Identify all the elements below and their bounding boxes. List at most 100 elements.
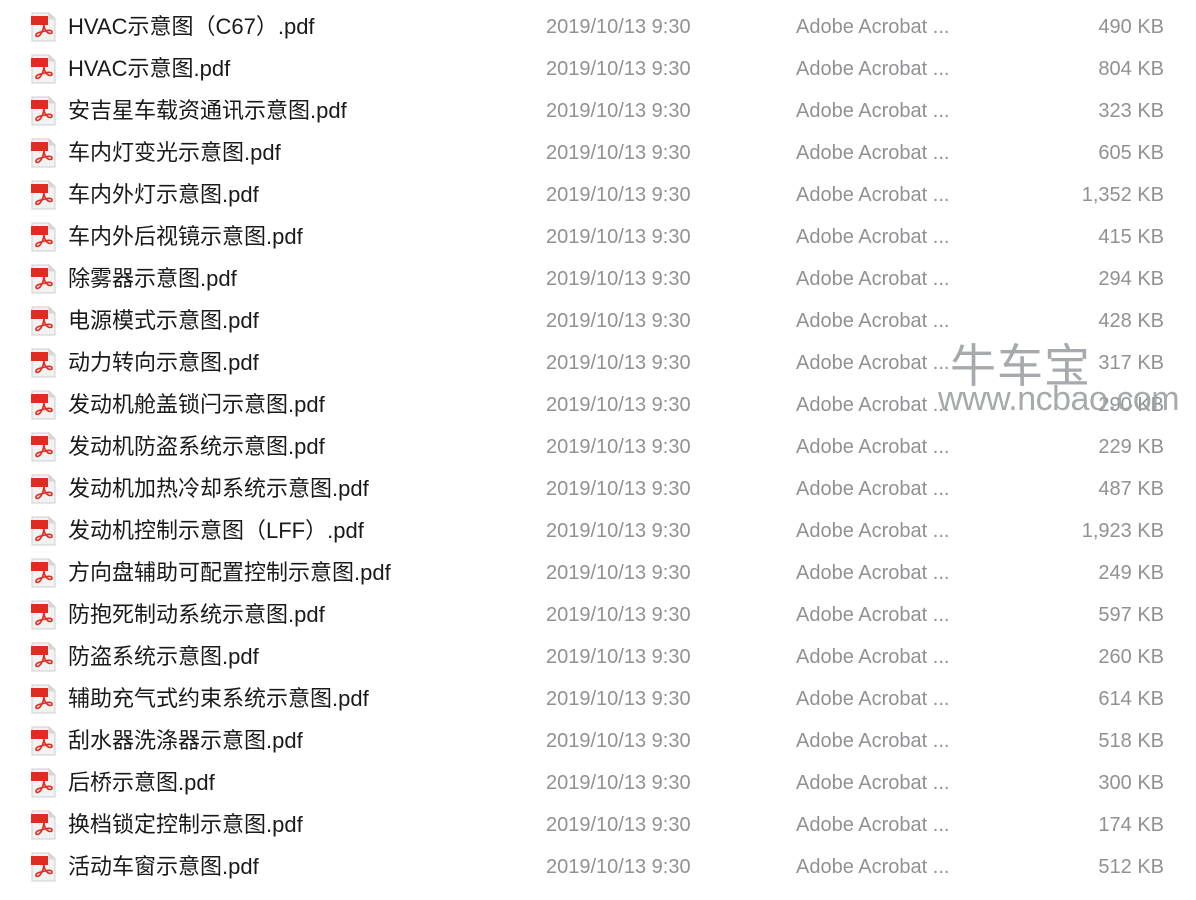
date-modified-cell: 2019/10/13 9:30 bbox=[546, 604, 691, 626]
adobe-acrobat-pdf-icon bbox=[30, 684, 58, 714]
file-row[interactable]: 换档锁定控制示意图.pdf 2019/10/13 9:30 Adobe Acroba… bbox=[0, 804, 1196, 846]
file-name-cell[interactable]: 辅助充气式约束系统示意图.pdf bbox=[68, 686, 546, 712]
date-modified-cell: 2019/10/13 9:30 bbox=[546, 688, 691, 710]
file-name-cell[interactable]: 防抱死制动系统示意图.pdf bbox=[68, 602, 546, 628]
file-row[interactable]: 辅助充气式约束系统示意图.pdf 2019/10/13 9:30 Adobe Acr… bbox=[0, 678, 1196, 720]
file-name-cell[interactable]: 发动机防盗系统示意图.pdf bbox=[68, 434, 546, 460]
file-size-cell: 415 KB bbox=[1098, 226, 1164, 248]
file-type-cell: Adobe Acrobat ... bbox=[796, 268, 950, 290]
file-name-cell[interactable]: 车内灯变光示意图.pdf bbox=[68, 140, 546, 166]
file-size-cell: 1,923 KB bbox=[1081, 520, 1164, 542]
adobe-acrobat-pdf-icon bbox=[30, 852, 58, 882]
file-name-cell[interactable]: 刮水器洗涤器示意图.pdf bbox=[68, 728, 546, 754]
file-type-cell: Adobe Acrobat ... bbox=[796, 16, 950, 38]
file-size-cell: 490 KB bbox=[1098, 16, 1164, 38]
file-name-cell[interactable]: 发动机舱盖锁闩示意图.pdf bbox=[68, 392, 546, 418]
file-name-cell[interactable]: 方向盘辅助可配置控制示意图.pdf bbox=[68, 560, 546, 586]
file-row[interactable]: 车内外后视镜示意图.pdf 2019/10/13 9:30 Adobe Acroba… bbox=[0, 216, 1196, 258]
file-row[interactable]: HVAC示意图（C67）.pdf 2019/10/13 9:30 Adobe Acr… bbox=[0, 6, 1196, 48]
file-row[interactable]: 车内灯变光示意图.pdf 2019/10/13 9:30 Adobe Acrobat… bbox=[0, 132, 1196, 174]
file-type-cell: Adobe Acrobat ... bbox=[796, 394, 950, 416]
file-name-cell[interactable]: 后桥示意图.pdf bbox=[68, 770, 546, 796]
date-modified-cell: 2019/10/13 9:30 bbox=[546, 184, 691, 206]
date-modified-cell: 2019/10/13 9:30 bbox=[546, 814, 691, 836]
adobe-acrobat-pdf-icon bbox=[30, 558, 58, 588]
adobe-acrobat-pdf-icon bbox=[30, 642, 58, 672]
adobe-acrobat-pdf-icon bbox=[30, 390, 58, 420]
date-modified-cell: 2019/10/13 9:30 bbox=[546, 142, 691, 164]
file-size-cell: 300 KB bbox=[1098, 772, 1164, 794]
date-modified-cell: 2019/10/13 9:30 bbox=[546, 100, 691, 122]
adobe-acrobat-pdf-icon bbox=[30, 768, 58, 798]
file-row[interactable]: 安吉星车载资通讯示意图.pdf 2019/10/13 9:30 Adobe Acro… bbox=[0, 90, 1196, 132]
file-name-cell[interactable]: 车内外灯示意图.pdf bbox=[68, 182, 546, 208]
file-size-cell: 249 KB bbox=[1098, 562, 1164, 584]
file-size-cell: 605 KB bbox=[1098, 142, 1164, 164]
file-size-cell: 260 KB bbox=[1098, 646, 1164, 668]
file-type-cell: Adobe Acrobat ... bbox=[796, 562, 950, 584]
file-row[interactable]: 动力转向示意图.pdf 2019/10/13 9:30 Adobe Acrobat … bbox=[0, 342, 1196, 384]
file-size-cell: 597 KB bbox=[1098, 604, 1164, 626]
file-type-cell: Adobe Acrobat ... bbox=[796, 520, 950, 542]
date-modified-cell: 2019/10/13 9:30 bbox=[546, 436, 691, 458]
file-row[interactable]: 除雾器示意图.pdf 2019/10/13 9:30 Adobe Acrobat .… bbox=[0, 258, 1196, 300]
file-name-cell[interactable]: 发动机加热冷却系统示意图.pdf bbox=[68, 476, 546, 502]
date-modified-cell: 2019/10/13 9:30 bbox=[546, 352, 691, 374]
adobe-acrobat-pdf-icon bbox=[30, 222, 58, 252]
file-name-cell[interactable]: HVAC示意图.pdf bbox=[68, 56, 546, 82]
file-name-cell[interactable]: 防盗系统示意图.pdf bbox=[68, 644, 546, 670]
file-row[interactable]: 车内外灯示意图.pdf 2019/10/13 9:30 Adobe Acrobat … bbox=[0, 174, 1196, 216]
file-size-cell: 428 KB bbox=[1098, 310, 1164, 332]
file-row[interactable]: 电源模式示意图.pdf 2019/10/13 9:30 Adobe Acrobat … bbox=[0, 300, 1196, 342]
file-row[interactable]: 防盗系统示意图.pdf 2019/10/13 9:30 Adobe Acrobat … bbox=[0, 636, 1196, 678]
file-type-cell: Adobe Acrobat ... bbox=[796, 688, 950, 710]
date-modified-cell: 2019/10/13 9:30 bbox=[546, 772, 691, 794]
file-row[interactable]: 发动机加热冷却系统示意图.pdf 2019/10/13 9:30 Adobe Acr… bbox=[0, 468, 1196, 510]
file-size-cell: 804 KB bbox=[1098, 58, 1164, 80]
file-name-cell[interactable]: HVAC示意图（C67）.pdf bbox=[68, 14, 546, 40]
file-type-cell: Adobe Acrobat ... bbox=[796, 310, 950, 332]
adobe-acrobat-pdf-icon bbox=[30, 600, 58, 630]
file-type-cell: Adobe Acrobat ... bbox=[796, 142, 950, 164]
date-modified-cell: 2019/10/13 9:30 bbox=[546, 730, 691, 752]
file-size-cell: 174 KB bbox=[1098, 814, 1164, 836]
adobe-acrobat-pdf-icon bbox=[30, 96, 58, 126]
date-modified-cell: 2019/10/13 9:30 bbox=[546, 520, 691, 542]
date-modified-cell: 2019/10/13 9:30 bbox=[546, 478, 691, 500]
file-size-cell: 229 KB bbox=[1098, 436, 1164, 458]
adobe-acrobat-pdf-icon bbox=[30, 264, 58, 294]
file-type-cell: Adobe Acrobat ... bbox=[796, 184, 950, 206]
file-name-cell[interactable]: 电源模式示意图.pdf bbox=[68, 308, 546, 334]
date-modified-cell: 2019/10/13 9:30 bbox=[546, 58, 691, 80]
adobe-acrobat-pdf-icon bbox=[30, 306, 58, 336]
file-size-cell: 317 KB bbox=[1098, 352, 1164, 374]
adobe-acrobat-pdf-icon bbox=[30, 432, 58, 462]
file-name-cell[interactable]: 车内外后视镜示意图.pdf bbox=[68, 224, 546, 250]
file-name-cell[interactable]: 动力转向示意图.pdf bbox=[68, 350, 546, 376]
file-row[interactable]: 后桥示意图.pdf 2019/10/13 9:30 Adobe Acrobat ..… bbox=[0, 762, 1196, 804]
adobe-acrobat-pdf-icon bbox=[30, 54, 58, 84]
file-name-cell[interactable]: 除雾器示意图.pdf bbox=[68, 266, 546, 292]
adobe-acrobat-pdf-icon bbox=[30, 726, 58, 756]
file-row[interactable]: 防抱死制动系统示意图.pdf 2019/10/13 9:30 Adobe Acrob… bbox=[0, 594, 1196, 636]
file-type-cell: Adobe Acrobat ... bbox=[796, 772, 950, 794]
file-row[interactable]: 发动机舱盖锁闩示意图.pdf 2019/10/13 9:30 Adobe Acrob… bbox=[0, 384, 1196, 426]
file-size-cell: 294 KB bbox=[1098, 268, 1164, 290]
file-row[interactable]: 发动机防盗系统示意图.pdf 2019/10/13 9:30 Adobe Acrob… bbox=[0, 426, 1196, 468]
date-modified-cell: 2019/10/13 9:30 bbox=[546, 268, 691, 290]
file-row[interactable]: 发动机控制示意图（LFF）.pdf 2019/10/13 9:30 Adobe Ac… bbox=[0, 510, 1196, 552]
file-name-cell[interactable]: 活动车窗示意图.pdf bbox=[68, 854, 546, 880]
file-list-details-view[interactable]: HVAC示意图（C67）.pdf 2019/10/13 9:30 Adobe Acr… bbox=[0, 0, 1196, 900]
file-name-cell[interactable]: 换档锁定控制示意图.pdf bbox=[68, 812, 546, 838]
adobe-acrobat-pdf-icon bbox=[30, 12, 58, 42]
file-row[interactable]: 方向盘辅助可配置控制示意图.pdf 2019/10/13 9:30 Adobe Ac… bbox=[0, 552, 1196, 594]
date-modified-cell: 2019/10/13 9:30 bbox=[546, 310, 691, 332]
file-row[interactable]: 活动车窗示意图.pdf 2019/10/13 9:30 Adobe Acrobat … bbox=[0, 846, 1196, 888]
file-row[interactable]: 刮水器洗涤器示意图.pdf 2019/10/13 9:30 Adobe Acroba… bbox=[0, 720, 1196, 762]
file-row[interactable]: HVAC示意图.pdf 2019/10/13 9:30 Adobe Acrobat … bbox=[0, 48, 1196, 90]
file-size-cell: 290 KB bbox=[1098, 394, 1164, 416]
file-name-cell[interactable]: 安吉星车载资通讯示意图.pdf bbox=[68, 98, 546, 124]
file-name-cell[interactable]: 发动机控制示意图（LFF）.pdf bbox=[68, 518, 546, 544]
date-modified-cell: 2019/10/13 9:30 bbox=[546, 856, 691, 878]
date-modified-cell: 2019/10/13 9:30 bbox=[546, 646, 691, 668]
